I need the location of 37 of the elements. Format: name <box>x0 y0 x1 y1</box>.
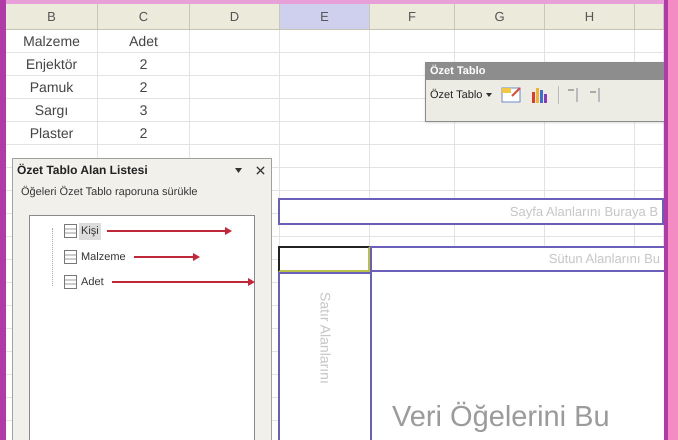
panel-instruction: Öğeleri Özet Tablo raporuna sürükle <box>20 185 199 199</box>
field-icon <box>64 224 77 238</box>
column-header[interactable]: H <box>545 4 635 29</box>
column-header[interactable]: B <box>6 4 98 29</box>
table-cell-text: Malzeme <box>23 32 80 50</box>
field-icon <box>64 250 77 264</box>
column-header[interactable]: F <box>370 4 455 29</box>
table-cell-text: Adet <box>129 32 158 50</box>
close-icon[interactable] <box>254 164 267 176</box>
pivot-table-menu[interactable]: Özet Tablo <box>430 86 492 104</box>
page-drop-label: Sayfa Alanlarını Buraya B <box>510 202 658 221</box>
arrow-icon <box>106 227 232 236</box>
table-cell-text: Sargı <box>34 100 68 120</box>
column-header[interactable]: E <box>280 4 370 29</box>
data-drop-label: Veri Öğelerini Bu <box>392 401 610 433</box>
table-cell-text: Pamuk <box>30 78 74 96</box>
table-cell-text: 2 <box>140 124 148 142</box>
panel-title: Özet Tablo Alan Listesi <box>17 162 149 179</box>
field-item[interactable]: Adet <box>79 274 106 290</box>
caret-icon[interactable] <box>235 168 242 172</box>
field-icon <box>64 275 77 290</box>
table-cell-text: 3 <box>140 100 148 120</box>
format-report-icon[interactable] <box>500 86 522 104</box>
row-drop-label: Satır Alanlarını <box>316 292 334 384</box>
column-header[interactable]: G <box>455 4 545 29</box>
table-cell-text: Plaster <box>30 124 74 142</box>
table-cell-text: 2 <box>140 78 148 96</box>
arrow-icon <box>134 252 200 261</box>
arrow-icon <box>112 278 255 286</box>
field-item[interactable]: Malzeme <box>79 248 128 265</box>
caret-icon <box>486 93 492 97</box>
table-cell-text: 2 <box>140 54 148 74</box>
column-drop-label: Sütun Alanlarını Bu <box>548 250 660 268</box>
toolbar-title: Özet Tablo <box>426 63 664 80</box>
table-cell-text: Enjektör <box>26 54 78 74</box>
column-header[interactable]: C <box>98 4 190 29</box>
field-item[interactable]: Kişi <box>79 223 101 240</box>
